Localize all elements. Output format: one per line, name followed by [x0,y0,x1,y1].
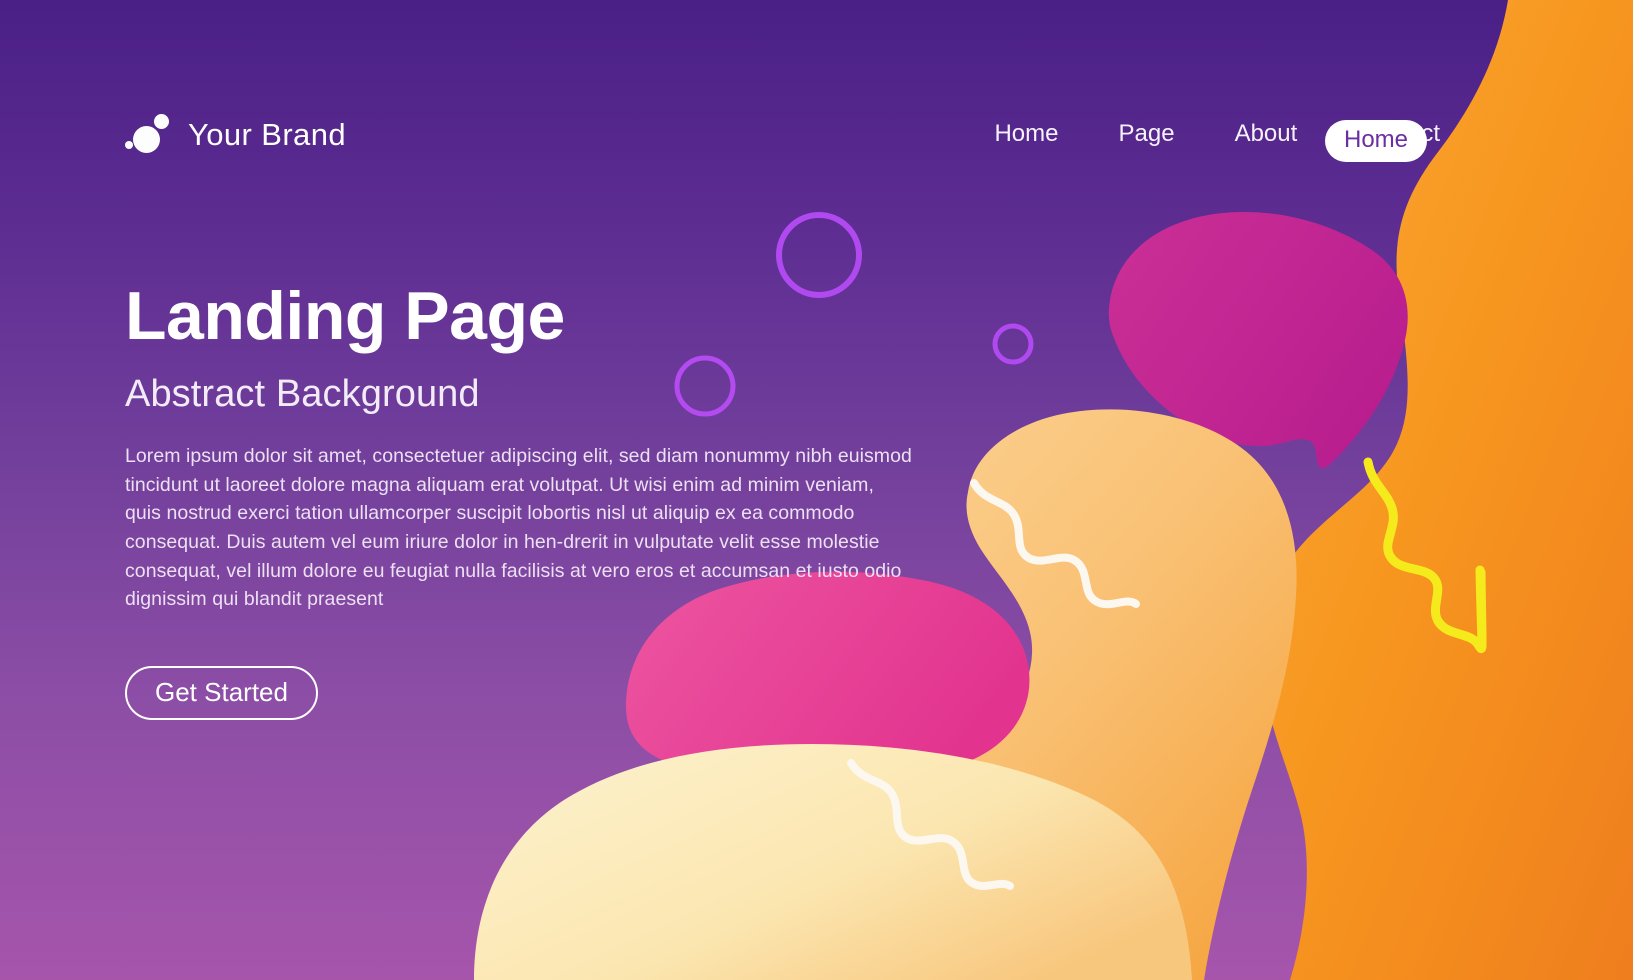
landing-page-hero: Your Brand Home Page About Contact Home … [0,0,1633,980]
nav-item-about[interactable]: About [1235,120,1298,148]
hero-paragraph: Lorem ipsum dolor sit amet, consectetuer… [125,444,912,611]
page-subtitle: Abstract Background [125,373,480,416]
nav-item-home[interactable]: Home [994,120,1058,148]
three-circles-icon [124,112,170,158]
page-title: Landing Page [125,278,565,354]
hero-content: Landing Page Abstract Background Lorem i… [125,281,925,720]
circle-small-icon [992,323,1034,365]
get-started-button[interactable]: Get Started [125,665,318,720]
brand-name: Your Brand [188,117,346,152]
nav-item-page[interactable]: Page [1119,120,1175,148]
brand-logo[interactable]: Your Brand [124,112,346,158]
nav-cta-pill-home[interactable]: Home [1325,120,1428,162]
